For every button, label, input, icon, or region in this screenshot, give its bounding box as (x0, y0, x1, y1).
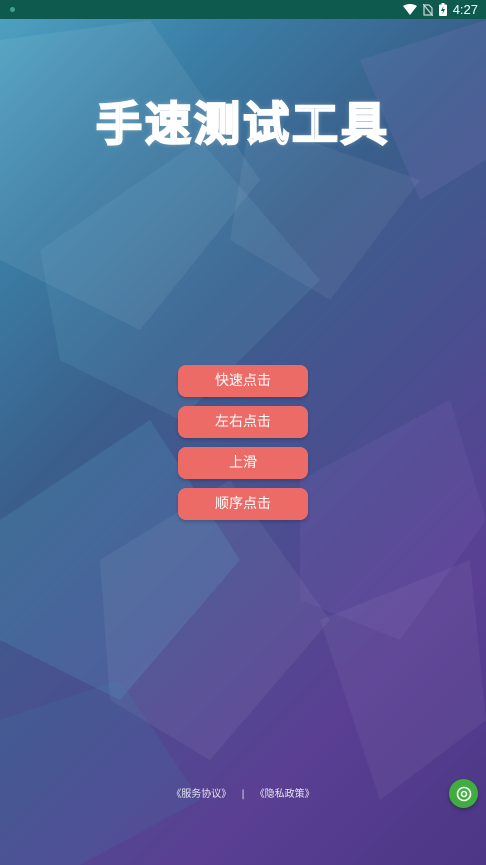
target-icon (456, 786, 471, 801)
footer-links: 《服务协议》 | 《隐私政策》 (0, 785, 486, 800)
battery-charging-icon (438, 3, 447, 16)
main-menu: 快速点击 左右点击 上滑 顺序点击 (178, 365, 308, 529)
service-agreement-link[interactable]: 《服务协议》 (171, 789, 231, 800)
app-title: 手速测试工具 (95, 96, 390, 152)
notification-dot (10, 7, 15, 12)
swipe-up-button[interactable]: 上滑 (178, 447, 308, 479)
footer-separator: | (241, 789, 245, 800)
app-screen: 4:27 手速测试工具 快速点击 左右点击 上滑 顺序点击 《服务协议》 | 《隐私… (0, 0, 486, 865)
floating-action-button[interactable] (449, 779, 478, 808)
wifi-icon (402, 4, 417, 15)
privacy-policy-link[interactable]: 《隐私政策》 (255, 789, 315, 800)
sequence-click-button[interactable]: 顺序点击 (178, 488, 308, 520)
status-icons: 4:27 (402, 1, 478, 18)
left-right-click-button[interactable]: 左右点击 (178, 406, 308, 438)
status-bar: 4:27 (0, 0, 486, 19)
quick-click-button[interactable]: 快速点击 (178, 365, 308, 397)
no-sim-icon (422, 3, 433, 16)
status-time: 4:27 (452, 2, 478, 17)
